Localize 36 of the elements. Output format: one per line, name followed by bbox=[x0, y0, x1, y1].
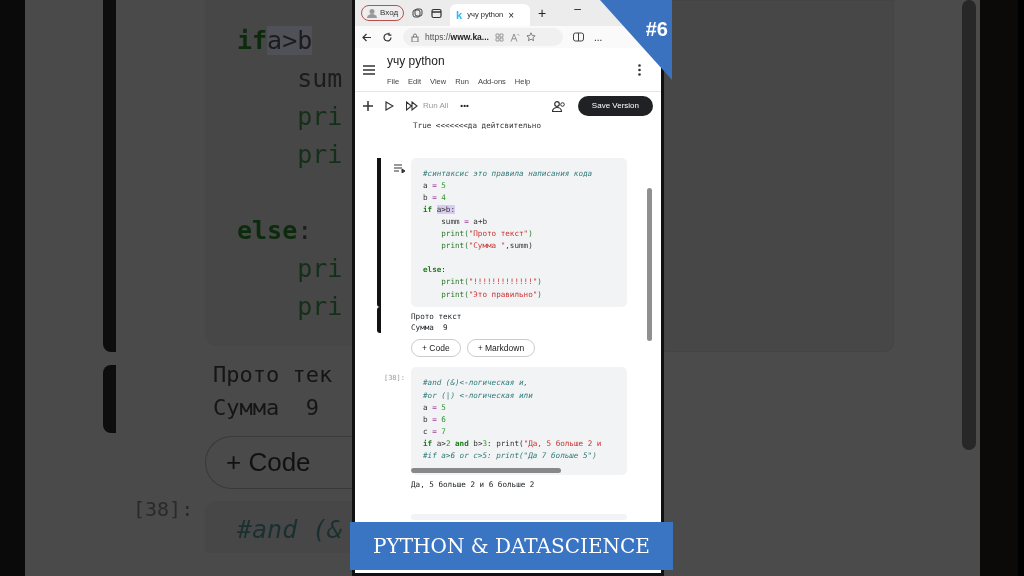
profile-button[interactable]: Вход bbox=[361, 5, 405, 21]
episode-number: #6 bbox=[645, 17, 669, 42]
star-icon[interactable] bbox=[525, 32, 536, 42]
browser-menu-button[interactable]: ... bbox=[594, 29, 603, 45]
new-tab-button[interactable]: + bbox=[538, 2, 547, 24]
tab-close-button[interactable]: × bbox=[508, 7, 515, 23]
cell-marker bbox=[103, 365, 116, 433]
add-cell-button[interactable]: + Markdown bbox=[466, 338, 536, 358]
site-logo: k bbox=[456, 7, 463, 23]
more-button[interactable]: ••• bbox=[460, 100, 469, 113]
add-cell-button[interactable]: + Code bbox=[411, 338, 461, 358]
vertical-scrollbar[interactable] bbox=[647, 187, 652, 341]
code-line: ifa>b bbox=[237, 25, 314, 57]
channel-banner: PYTHON & DATASCIENCE bbox=[350, 522, 673, 570]
add-icon[interactable] bbox=[363, 101, 373, 112]
tab-actions-icon[interactable] bbox=[431, 7, 443, 19]
avatar-icon bbox=[367, 8, 377, 18]
lock-icon bbox=[411, 32, 419, 42]
back-icon[interactable] bbox=[361, 31, 372, 43]
url-text: https://www.ka... bbox=[425, 30, 489, 44]
reload-icon[interactable] bbox=[382, 31, 393, 43]
notebook-title: учу python bbox=[387, 53, 446, 70]
split-screen-icon[interactable] bbox=[573, 32, 584, 42]
code-cell[interactable] bbox=[411, 514, 627, 521]
share-people-icon[interactable] bbox=[551, 100, 566, 112]
horizontal-scrollbar[interactable] bbox=[411, 468, 561, 474]
minimize-button[interactable]: – bbox=[574, 0, 581, 18]
collections-icon[interactable] bbox=[412, 7, 424, 19]
save-version-button[interactable]: Save Version bbox=[577, 96, 653, 117]
cell-output-icon[interactable] bbox=[394, 163, 405, 173]
address-field[interactable]: https://www.ka... bbox=[403, 28, 563, 46]
menu-icon[interactable] bbox=[363, 64, 375, 75]
fast-forward-icon[interactable] bbox=[406, 101, 418, 112]
more-options-icon[interactable] bbox=[638, 63, 641, 76]
play-icon[interactable] bbox=[385, 101, 394, 112]
code-line: else: bbox=[237, 215, 314, 247]
